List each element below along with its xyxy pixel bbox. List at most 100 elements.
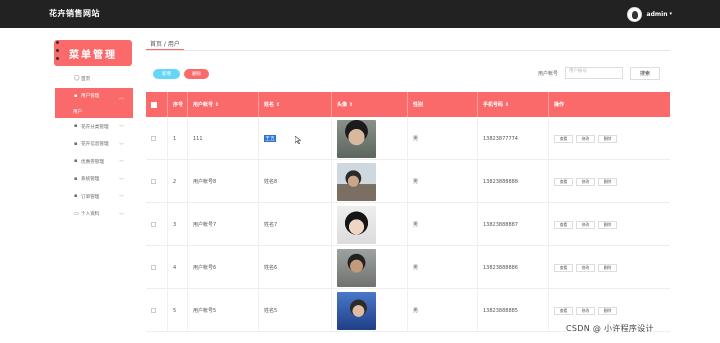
actions-cell: 查看 修改 删除 xyxy=(549,203,670,246)
add-button[interactable]: 新增 xyxy=(153,69,180,79)
sidebar-item-label: 系统管理 xyxy=(81,177,100,183)
trash-icon: ▪ xyxy=(74,158,78,164)
actions-cell: 查看 修改 删除 xyxy=(549,117,670,160)
table-header: 序号 用户帐号 ⇕ 姓名 ⇕ 头像 ⇕ 性别 手机号码 ⇕ 操作 xyxy=(146,92,670,117)
row-checkbox[interactable] xyxy=(151,265,156,270)
view-button[interactable]: 查看 xyxy=(554,263,573,272)
sidebar-item-label: 用户管理 xyxy=(81,94,100,100)
edit-button[interactable]: 修改 xyxy=(576,177,595,186)
search-button[interactable]: 搜索 xyxy=(630,67,660,80)
app-window: 花卉销售网站 admin ▾ 菜单管理 ◯ 首页 ▪ 用户管理 ︿ 用户 ▪ 花卉分类管理 ﹀ ▪… xyxy=(0,0,720,343)
sidebar-item[interactable]: ▪ 花卉信息管理 ﹀ xyxy=(55,136,133,154)
column-header[interactable]: 姓名 ⇕ xyxy=(259,92,332,117)
sidebar-item[interactable]: ▪ 优惠券管理 ﹀ xyxy=(55,153,133,171)
column-header[interactable]: 序号 xyxy=(168,92,188,117)
row-delete-button[interactable]: 删除 xyxy=(598,177,617,186)
chevron-icon: ﹀ xyxy=(118,212,124,219)
phone-cell: 13823877774 xyxy=(478,117,549,160)
user-icon: ▪ xyxy=(74,92,78,99)
row-checkbox-cell xyxy=(146,160,168,203)
account-cell: 111 xyxy=(188,117,259,160)
view-button[interactable]: 查看 xyxy=(554,306,573,315)
row-checkbox[interactable] xyxy=(151,222,156,227)
sidebar: ◯ 首页 ▪ 用户管理 ︿ 用户 ▪ 花卉分类管理 ﹀ ▪ 花卉信息管理 ﹀ ▪ 优惠券管理 ﹀ ▪ 系统管理 ﹀… xyxy=(55,70,133,223)
search-input[interactable]: 用户帐号 xyxy=(565,67,623,79)
column-header[interactable]: 头像 ⇕ xyxy=(332,92,408,117)
avatar-photo[interactable] xyxy=(337,119,376,158)
row-checkbox-cell xyxy=(146,203,168,246)
table-row[interactable]: 2 用户帐号8 姓名8 男 13823888888 查看 修改 删除 xyxy=(146,160,670,203)
bar-chart-icon: ▪ xyxy=(74,123,78,129)
sidebar-item-label: 首页 xyxy=(81,76,91,82)
index-cell: 1 xyxy=(168,117,188,160)
view-button[interactable]: 查看 xyxy=(554,134,573,143)
spiral-binding-icon xyxy=(56,41,60,65)
name-cell: 姓名5 xyxy=(259,289,332,332)
sidebar-item[interactable]: ▪ 订单管理 ﹀ xyxy=(55,188,133,206)
edit-button[interactable]: 修改 xyxy=(576,220,595,229)
name-cell: 姓名8 xyxy=(259,160,332,203)
account-cell: 用户帐号8 xyxy=(188,160,259,203)
sidebar-item[interactable]: ▪ 用户管理 ︿ xyxy=(55,87,133,105)
menu-title: 菜单管理 xyxy=(54,40,132,66)
row-delete-button[interactable]: 删除 xyxy=(598,134,617,143)
caret-down-icon[interactable]: ▾ xyxy=(669,11,672,17)
view-button[interactable]: 查看 xyxy=(554,220,573,229)
chevron-icon: ﹀ xyxy=(118,142,124,149)
table-row[interactable]: 4 用户帐号6 姓名6 男 13823888886 查看 修改 删除 xyxy=(146,246,670,289)
search-label: 用户帐号 xyxy=(538,71,559,77)
avatar-photo[interactable] xyxy=(337,205,376,244)
name-text: 姓名7 xyxy=(264,222,278,228)
user-avatar-icon[interactable] xyxy=(626,6,642,22)
username[interactable]: admin xyxy=(647,11,668,18)
avatar-photo[interactable] xyxy=(337,291,376,330)
column-header[interactable]: 性别 xyxy=(408,92,478,117)
select-all-checkbox[interactable] xyxy=(151,101,157,108)
user-table: 序号 用户帐号 ⇕ 姓名 ⇕ 头像 ⇕ 性别 手机号码 ⇕ 操作 1 111 王五男 138238… xyxy=(146,92,670,332)
grid-icon: ▪ xyxy=(74,193,78,199)
name-cell: 姓名6 xyxy=(259,246,332,289)
delete-button[interactable]: 删除 xyxy=(184,69,209,79)
column-header[interactable]: 用户帐号 ⇕ xyxy=(188,92,259,117)
name-text: 姓名5 xyxy=(264,308,278,314)
sidebar-item-label: 花卉信息管理 xyxy=(81,142,109,148)
watermark: CSDN @ 小许程序设计 xyxy=(566,323,654,334)
sidebar-item[interactable]: ▪ 系统管理 ﹀ xyxy=(55,171,133,189)
edit-button[interactable]: 修改 xyxy=(576,306,595,315)
table-row[interactable]: 1 111 王五男 13823877774 查看 修改 删除 xyxy=(146,117,670,160)
sidebar-item[interactable]: ▪ 花卉分类管理 ﹀ xyxy=(55,118,133,136)
user-menu[interactable]: admin ▾ xyxy=(626,6,672,22)
avatar-photo[interactable] xyxy=(337,162,376,201)
column-header[interactable]: 手机号码 ⇕ xyxy=(478,92,549,117)
gender-cell: 男 xyxy=(408,246,478,289)
index-cell: 2 xyxy=(168,160,188,203)
phone-cell: 13823888888 xyxy=(478,160,549,203)
chevron-icon: ﹀ xyxy=(118,125,124,131)
name-text: 王五 xyxy=(264,135,277,142)
chevron-icon: ﹀ xyxy=(118,160,124,166)
avatar-cell xyxy=(332,203,408,246)
row-checkbox[interactable] xyxy=(151,179,156,184)
sidebar-item[interactable]: ◯ 首页 xyxy=(55,70,133,88)
avatar-photo[interactable] xyxy=(337,248,376,287)
edit-button[interactable]: 修改 xyxy=(576,263,595,272)
row-checkbox[interactable] xyxy=(151,308,156,313)
row-delete-button[interactable]: 删除 xyxy=(598,306,617,315)
index-cell: 5 xyxy=(168,289,188,332)
account-cell: 用户帐号5 xyxy=(188,289,259,332)
column-header[interactable]: 操作 xyxy=(549,92,670,117)
table-row[interactable]: 3 用户帐号7 姓名7 男 13823888887 查看 修改 删除 xyxy=(146,203,670,246)
breadcrumb[interactable]: 首页 / 用户 xyxy=(146,36,184,50)
site-title: 花卉销售网站 xyxy=(49,9,100,18)
row-checkbox[interactable] xyxy=(151,136,156,141)
avatar-cell xyxy=(332,117,408,160)
view-button[interactable]: 查看 xyxy=(554,177,573,186)
row-delete-button[interactable]: 删除 xyxy=(598,263,617,272)
sidebar-item[interactable]: ▭ 个人资料 ﹀ xyxy=(55,206,133,224)
edit-button[interactable]: 修改 xyxy=(576,134,595,143)
sidebar-item-label: 花卉分类管理 xyxy=(81,124,109,130)
sidebar-subitem[interactable]: 用户 xyxy=(55,105,133,118)
row-delete-button[interactable]: 删除 xyxy=(598,220,617,229)
gender-cell: 男 xyxy=(408,203,478,246)
account-cell: 用户帐号7 xyxy=(188,203,259,246)
